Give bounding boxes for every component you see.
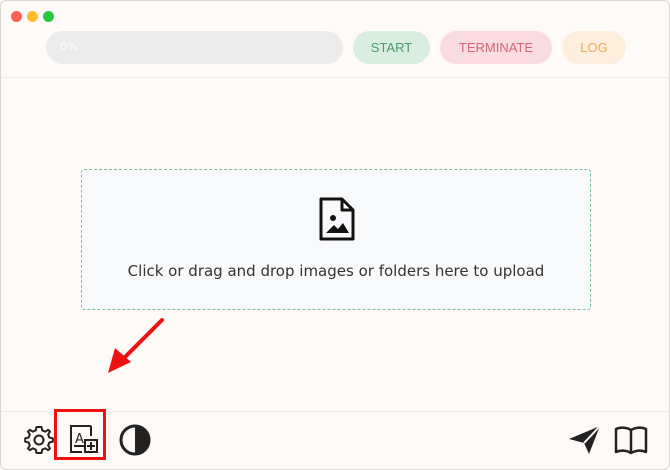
app-window: 0% START TERMINATE LOG Click or drag and…	[0, 0, 670, 470]
contrast-icon[interactable]	[118, 423, 152, 457]
gear-icon[interactable]	[22, 423, 56, 457]
progress-bar: 0%	[46, 31, 343, 64]
terminate-button[interactable]: TERMINATE	[440, 31, 552, 64]
annotation-arrow	[108, 318, 164, 373]
log-button[interactable]: LOG	[562, 31, 626, 64]
highlight-box	[54, 409, 106, 460]
top-toolbar: 0% START TERMINATE LOG	[1, 1, 669, 78]
progress-label: 0%	[60, 40, 78, 53]
dropzone-text: Click or drag and drop images or folders…	[127, 262, 545, 280]
start-button[interactable]: START	[353, 31, 430, 64]
send-icon[interactable]	[567, 423, 601, 457]
book-icon[interactable]	[614, 423, 648, 457]
file-image-icon	[319, 197, 355, 241]
upload-dropzone[interactable]: Click or drag and drop images or folders…	[81, 169, 591, 310]
